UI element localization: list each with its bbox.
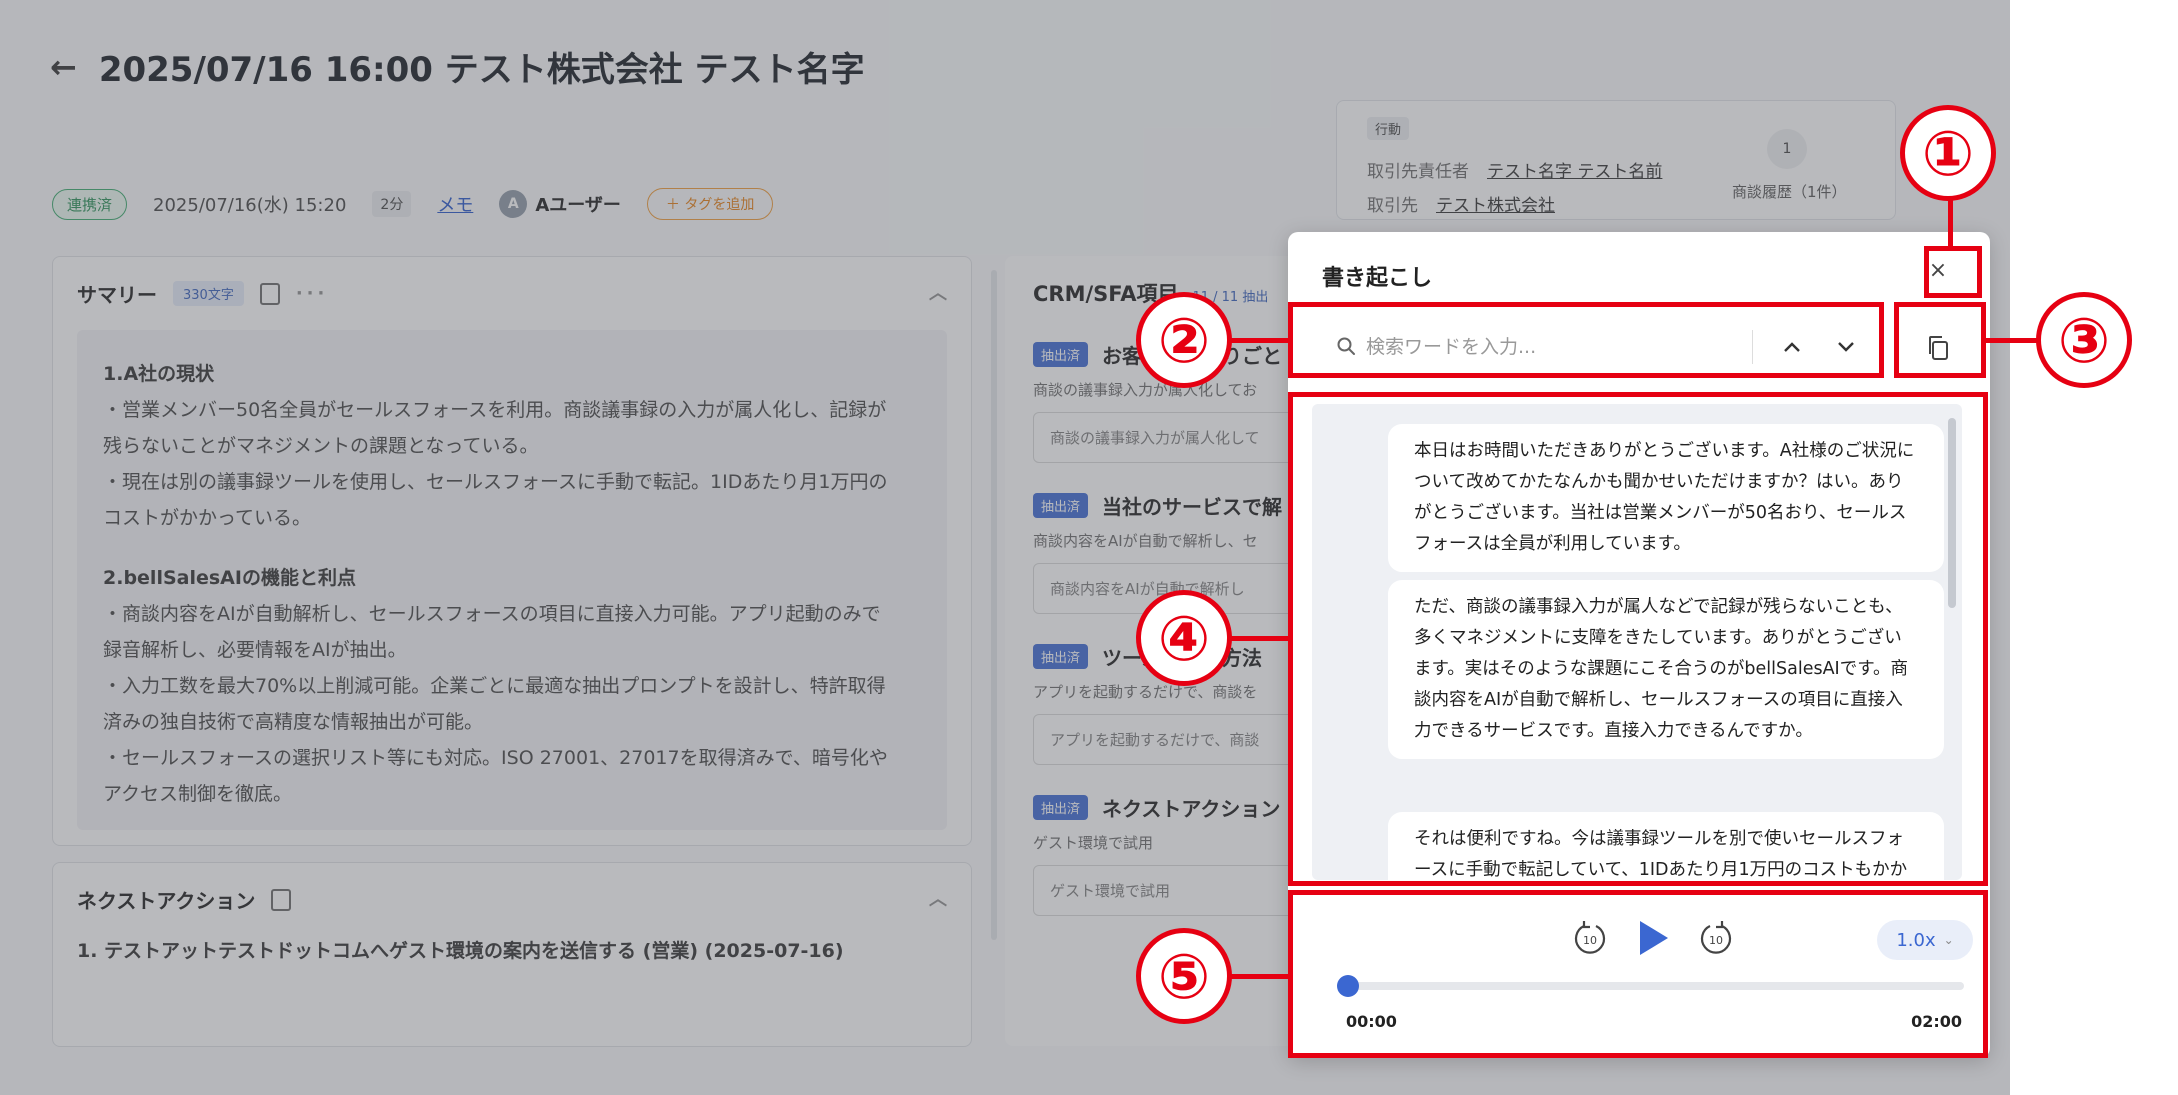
manager-row: 取引先責任者 テスト名字 テスト名前 <box>1367 157 1662 182</box>
manager-label: 取引先責任者 <box>1367 162 1469 182</box>
meeting-datetime: 2025/07/16(水) 15:20 <box>153 195 347 216</box>
summary-line: 済みの独自技術で高精度な情報抽出が可能。 <box>103 711 484 733</box>
extracted-badge: 抽出済 <box>1033 342 1089 367</box>
modal-title: 書き起こし <box>1322 266 1433 291</box>
annotation-number-2: ② <box>1136 292 1232 388</box>
annotation-box-copy <box>1894 302 1986 378</box>
summary-body: 1.A社の現状・営業メンバー50名全員がセールスフォースを利用。商談議事録の入力… <box>77 330 947 830</box>
crm-item-title: 当社のサービスで解 <box>1102 495 1283 519</box>
summary-line: ・商談内容をAIが自動解析し、セールスフォースの項目に直接入力可能。アプリ起動の… <box>103 603 881 625</box>
annotation-number-4: ④ <box>1136 590 1232 686</box>
user-name: Aユーザー <box>535 195 621 216</box>
annotation-box-close <box>1924 246 1982 298</box>
chevron-up-icon[interactable]: ︿ <box>929 279 947 305</box>
extracted-badge: 抽出済 <box>1033 644 1089 669</box>
user-chip: A Aユーザー <box>499 190 621 218</box>
history-count: 1 <box>1767 129 1807 169</box>
deal-info-card: 行動 取引先責任者 テスト名字 テスト名前 取引先 テスト株式会社 1 商談履歴… <box>1336 100 1896 220</box>
summary-heading: 1.A社の現状 <box>103 363 215 385</box>
next-action-panel: ネクストアクション ︿ 1. テストアットテストドットコムへゲスト環境の案内を送… <box>52 862 972 1047</box>
summary-line: ・セールスフォースの選択リスト等にも対応。ISO 27001、27017を取得済… <box>103 747 888 769</box>
summary-line: 残らないことがマネジメントの課題となっている。 <box>103 435 539 457</box>
account-label: 取引先 <box>1367 196 1418 216</box>
manager-link[interactable]: テスト名字 テスト名前 <box>1487 157 1662 182</box>
copy-icon[interactable] <box>271 888 292 911</box>
annotation-number-5: ⑤ <box>1136 928 1232 1024</box>
summary-line: ・入力工数を最大70%以上削減可能。企業ごとに最適な抽出プロンプトを設計し、特許… <box>103 675 886 697</box>
annotation-line-4 <box>1230 636 1290 641</box>
meeting-meta-row: 連携済 2025/07/16(水) 15:20 2分 メモ A Aユーザー ＋ … <box>52 188 774 220</box>
summary-line: ・現在は別の議事録ツールを使用し、セールスフォースに手動で転記。1IDあたり月1… <box>103 471 888 493</box>
chevron-up-icon[interactable]: ︿ <box>929 885 947 911</box>
copy-icon[interactable] <box>259 282 280 305</box>
status-badge: 連携済 <box>52 188 128 220</box>
summary-scrollbar[interactable] <box>991 270 997 940</box>
crm-item-title: ネクストアクション <box>1102 797 1281 821</box>
history-label[interactable]: 商談履歴（1件） <box>1732 181 1847 202</box>
summary-line: 録音解析し、必要情報をAIが抽出。 <box>103 639 407 661</box>
account-row: 取引先 テスト株式会社 <box>1367 191 1555 216</box>
memo-link[interactable]: メモ <box>437 191 473 217</box>
annotation-box-player <box>1288 890 1988 1058</box>
annotation-box-search <box>1288 302 1884 378</box>
more-icon[interactable]: ··· <box>296 283 329 304</box>
next-action-title: ネクストアクション <box>77 889 256 913</box>
summary-heading: 2.bellSalesAIの機能と利点 <box>103 567 356 589</box>
annotation-line-3 <box>1984 338 2044 343</box>
next-action-item: 1. テストアットテストドットコムへゲスト環境の案内を送信する (営業) (20… <box>77 940 844 962</box>
page-title: 2025/07/16 16:00 テスト株式会社 テスト名字 <box>98 50 865 90</box>
extracted-badge: 抽出済 <box>1033 493 1089 518</box>
annotation-line-1 <box>1948 196 1953 248</box>
summary-line: コストがかかっている。 <box>103 507 312 529</box>
summary-header: サマリー 330文字 ··· ︿ <box>53 257 971 330</box>
page-header: ← 2025/07/16 16:00 テスト株式会社 テスト名字 <box>50 42 865 91</box>
summary-panel: サマリー 330文字 ··· ︿ 1.A社の現状・営業メンバー50名全員がセール… <box>52 256 972 846</box>
next-action-header: ネクストアクション ︿ <box>53 863 971 936</box>
summary-title: サマリー <box>77 283 157 307</box>
duration-badge: 2分 <box>372 191 412 217</box>
char-count-badge: 330文字 <box>173 281 244 306</box>
annotation-line-5 <box>1230 974 1290 979</box>
annotation-line-2 <box>1230 338 1290 343</box>
summary-line: アクセス制御を徹底。 <box>103 783 293 805</box>
back-arrow-icon[interactable]: ← <box>50 48 77 86</box>
annotation-number-1: ① <box>1900 105 1996 201</box>
annotation-box-transcript <box>1288 392 1988 886</box>
extracted-badge: 抽出済 <box>1033 795 1089 820</box>
action-label: 行動 <box>1367 117 1410 140</box>
account-link[interactable]: テスト株式会社 <box>1436 191 1555 216</box>
annotation-number-3: ③ <box>2036 292 2132 388</box>
add-tag-button[interactable]: ＋ タグを追加 <box>646 188 774 220</box>
summary-line: ・営業メンバー50名全員がセールスフォースを利用。商談議事録の入力が属人化し、記… <box>103 399 887 421</box>
avatar: A <box>499 190 528 218</box>
